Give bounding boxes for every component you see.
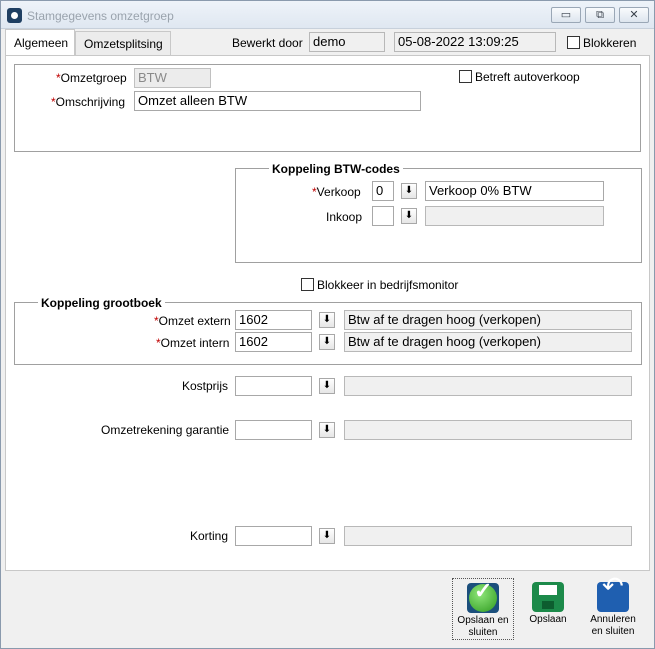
verkoop-description-field: Verkoop 0% BTW [425, 181, 604, 201]
title-bar: Stamgegevens omzetgroep ▭ ⧉ ✕ [1, 1, 654, 29]
omzet-extern-description-field: Btw af te dragen hoog (verkopen) [344, 310, 632, 330]
cancel-and-close-button[interactable]: Annuleren en sluiten [582, 578, 644, 640]
omschrijving-label: *Omschrijving [51, 95, 125, 109]
floppy-disk-icon [532, 582, 564, 612]
omzetrekening-garantie-code-input[interactable] [235, 420, 312, 440]
kostprijs-description-field [344, 376, 632, 396]
blokkeren-label: Blokkeren [583, 36, 637, 50]
tab-omzetsplitsing[interactable]: Omzetsplitsing [75, 31, 171, 55]
bewerkt-door-field: demo [309, 32, 385, 52]
save-and-close-label-line2: sluiten [468, 627, 498, 638]
omzetrekening-garantie-label: Omzetrekening garantie [101, 423, 230, 437]
inkoop-lookup-icon[interactable]: ⬇ [401, 208, 417, 224]
blokkeren-checkbox[interactable] [567, 36, 580, 49]
minimize-button[interactable]: ▭ [551, 7, 581, 23]
kostprijs-lookup-icon[interactable]: ⬇ [319, 378, 335, 394]
timestamp-field: 05-08-2022 13:09:25 [394, 32, 556, 52]
app-icon [7, 8, 22, 23]
kostprijs-code-input[interactable] [235, 376, 312, 396]
window-title: Stamgegevens omzetgroep [27, 9, 174, 23]
omzet-extern-label-text: Omzet extern [158, 314, 231, 328]
save-button[interactable]: Opslaan [517, 578, 579, 640]
korting-description-field [344, 526, 632, 546]
inkoop-description-field [425, 206, 604, 226]
omzetgroep-label-text: Omzetgroep [60, 71, 127, 85]
omzetrekening-garantie-description-field [344, 420, 632, 440]
omzet-intern-lookup-icon[interactable]: ⬇ [319, 334, 335, 350]
checkmark-icon [467, 583, 499, 613]
save-and-close-label-line1: Opslaan en [457, 615, 509, 626]
omzetrekening-garantie-lookup-icon[interactable]: ⬇ [319, 422, 335, 438]
omschrijving-label-text: Omschrijving [55, 95, 126, 109]
verkoop-label: *Verkoop [312, 185, 361, 199]
betreft-autoverkoop-label: Betreft autoverkoop [475, 70, 580, 84]
save-and-close-button[interactable]: Opslaan en sluiten [452, 578, 514, 640]
omzet-intern-code-input[interactable]: 1602 [235, 332, 312, 352]
omzetgroep-field: BTW [134, 68, 211, 88]
cancel-label-line1: Annuleren [590, 614, 636, 625]
inkoop-label: Inkoop [326, 210, 363, 224]
undo-arrow-icon [597, 580, 629, 612]
verkoop-lookup-icon[interactable]: ⬇ [401, 183, 417, 199]
betreft-autoverkoop-checkbox[interactable] [459, 70, 472, 83]
omzet-intern-label-text: Omzet intern [160, 336, 230, 350]
btw-group-title: Koppeling BTW-codes [269, 162, 403, 176]
korting-label: Korting [190, 529, 229, 543]
inkoop-code-input[interactable] [372, 206, 394, 226]
omschrijving-input[interactable]: Omzet alleen BTW [134, 91, 421, 111]
tab-algemeen[interactable]: Algemeen [5, 29, 75, 55]
verkoop-code-input[interactable]: 0 [372, 181, 394, 201]
cancel-label-line2: en sluiten [591, 626, 635, 637]
bewerkt-door-label: Bewerkt door [232, 36, 303, 50]
maximize-button[interactable]: ⧉ [585, 7, 615, 23]
omzet-intern-label: *Omzet intern [156, 336, 229, 350]
grootboek-group-title: Koppeling grootboek [38, 296, 165, 310]
kostprijs-label: Kostprijs [182, 379, 229, 393]
close-button[interactable]: ✕ [619, 7, 649, 23]
omzet-extern-code-input[interactable]: 1602 [235, 310, 312, 330]
save-label: Opslaan [529, 614, 567, 625]
korting-lookup-icon[interactable]: ⬇ [319, 528, 335, 544]
dialog-window: Stamgegevens omzetgroep ▭ ⧉ ✕ Algemeen O… [0, 0, 655, 649]
tab-content-algemeen: *Omzetgroep BTW *Omschrijving Omzet alle… [5, 55, 650, 571]
omzet-extern-lookup-icon[interactable]: ⬇ [319, 312, 335, 328]
omzet-extern-label: *Omzet extern [154, 314, 231, 328]
omzet-intern-description-field: Btw af te dragen hoog (verkopen) [344, 332, 632, 352]
blokkeer-bedrijfsmonitor-label: Blokkeer in bedrijfsmonitor [317, 278, 459, 292]
omzetgroep-label: *Omzetgroep [56, 71, 127, 85]
korting-code-input[interactable] [235, 526, 312, 546]
verkoop-label-text: Verkoop [316, 185, 361, 199]
blokkeer-bedrijfsmonitor-checkbox[interactable] [301, 278, 314, 291]
